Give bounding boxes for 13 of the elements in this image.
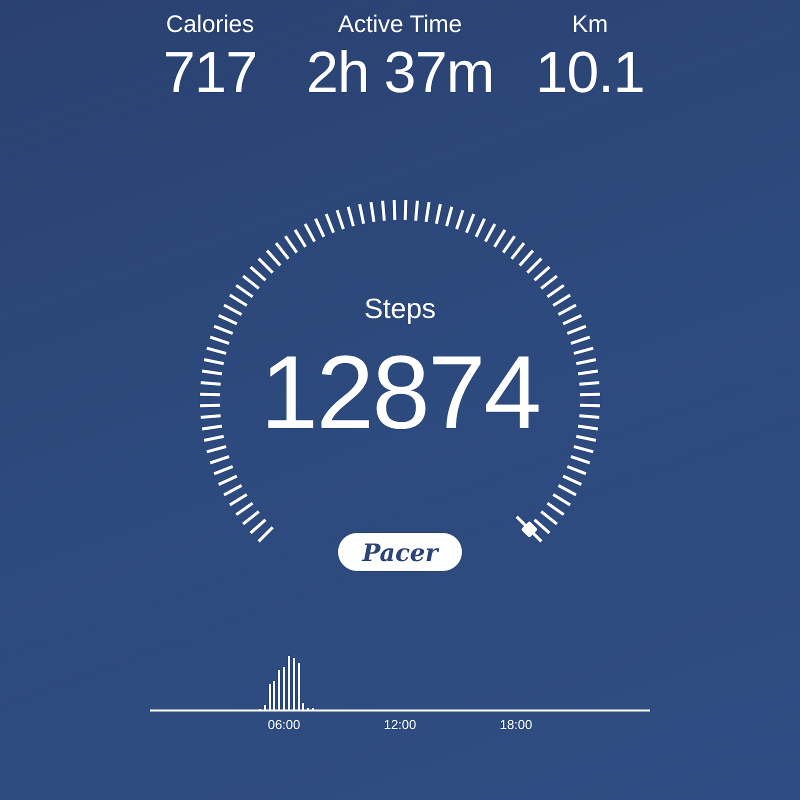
logo-badge: Pacer [338,533,462,571]
time-label: 12:00 [384,717,416,732]
stat-label: Active Time [338,10,462,40]
stat-value: 10.1 [536,40,644,106]
stat-value: 2h 37m [306,40,494,106]
stat-label: Calories [166,10,254,40]
stat-label: Km [572,10,608,40]
steps-count: 12874 [260,336,540,450]
steps-label: Steps [364,292,436,326]
gauge-marker [516,516,538,538]
time-label: 18:00 [500,717,532,732]
stat-value: 717 [163,40,257,106]
time-label: 06:00 [268,717,300,732]
